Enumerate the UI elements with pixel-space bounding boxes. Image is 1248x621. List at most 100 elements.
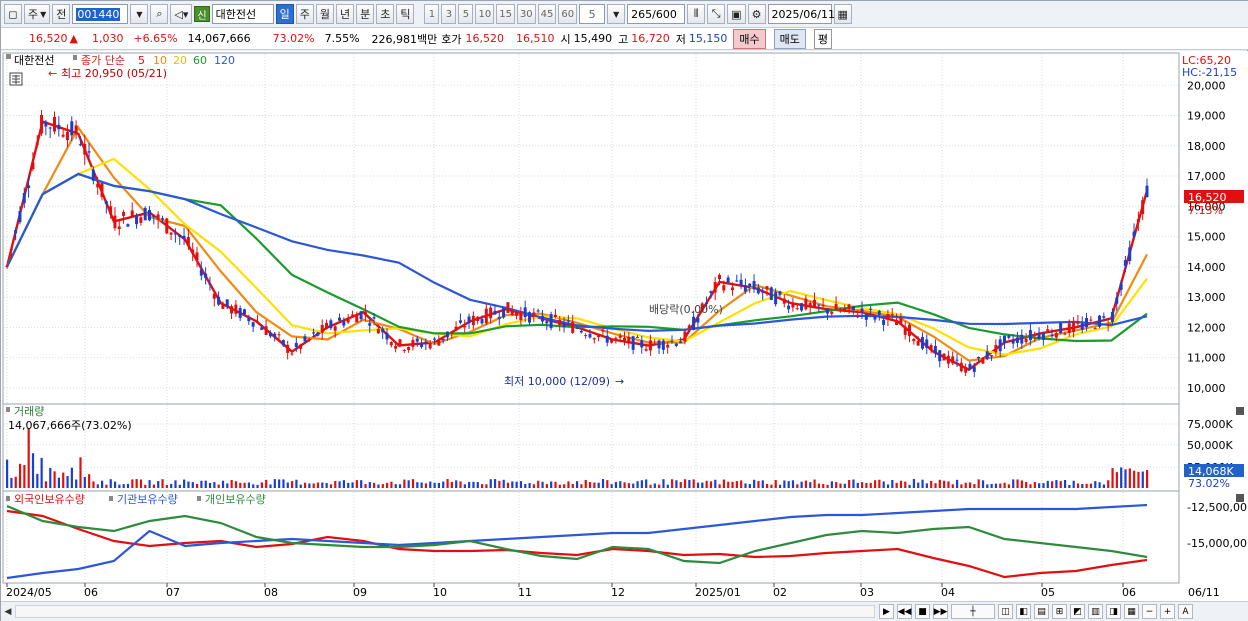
- candle-body: [825, 308, 829, 314]
- buy-button[interactable]: 매수: [733, 28, 766, 49]
- volume-bar: [1107, 480, 1110, 488]
- prev-button[interactable]: 전: [52, 4, 71, 24]
- layout-icon-7[interactable]: ◨: [1106, 604, 1121, 619]
- volume-bar: [558, 484, 561, 488]
- volume-panel-close-icon[interactable]: [1236, 407, 1244, 415]
- flat-button[interactable]: 평: [813, 28, 833, 49]
- layout-icon-3[interactable]: ▤: [1034, 604, 1049, 619]
- interval-60[interactable]: 60: [558, 4, 578, 24]
- count-input[interactable]: 265/600: [627, 4, 686, 24]
- calendar-icon[interactable]: ▦: [833, 4, 852, 24]
- x-axis-label: 02: [773, 586, 787, 599]
- gear-icon[interactable]: ⚙: [747, 4, 766, 24]
- draw-tool-icon[interactable]: ⤡: [707, 4, 726, 24]
- volume-bar: [519, 481, 523, 488]
- stock-name-field[interactable]: 대한전선: [211, 4, 274, 24]
- volume-bar: [796, 484, 799, 488]
- candle-body: [545, 321, 549, 324]
- candle-body: [376, 329, 380, 334]
- candle-body: [290, 353, 294, 355]
- stock-code-input[interactable]: 001440: [72, 4, 129, 24]
- zoom-in-icon[interactable]: +: [1160, 604, 1175, 619]
- volume-bar: [489, 479, 492, 488]
- interval-dropdown-button[interactable]: ▼: [607, 4, 626, 24]
- trade-amount: 226,981백만: [371, 32, 438, 46]
- candle-body: [558, 319, 562, 326]
- candle-body: [1007, 335, 1011, 338]
- zoom-slider-icon[interactable]: ┼: [951, 604, 995, 619]
- volume-bar: [390, 481, 393, 488]
- volume-bar: [502, 479, 505, 488]
- save-icon[interactable]: ▣: [727, 4, 746, 24]
- volume-bar: [1055, 480, 1058, 488]
- layout-icon-8[interactable]: ▦: [1124, 604, 1139, 619]
- window-icon[interactable]: ◻: [4, 4, 22, 24]
- layout-icon-4[interactable]: ⊞: [1052, 604, 1067, 619]
- interval-1[interactable]: 1: [424, 4, 440, 24]
- chart-svg[interactable]: 대한전선 종가 단순 5 10 20 60 120 ← 최고 20,950 (0…: [1, 51, 1248, 601]
- period-tab-minute[interactable]: 분: [356, 4, 375, 24]
- interval-3[interactable]: 3: [441, 4, 457, 24]
- candle-body: [411, 339, 415, 347]
- font-size-icon[interactable]: A: [1178, 604, 1193, 619]
- chart-type-select[interactable]: 주 ▼: [24, 4, 51, 24]
- layout-icon-6[interactable]: ▥: [1088, 604, 1103, 619]
- interval-10[interactable]: 10: [475, 4, 495, 24]
- interval-value-input[interactable]: 5: [579, 4, 606, 24]
- candle-body: [65, 131, 69, 141]
- candle-body: [804, 298, 808, 310]
- volume-bar: [709, 481, 713, 488]
- volume-bar: [1003, 482, 1006, 488]
- fast-forward-icon[interactable]: ▶▶: [933, 604, 948, 619]
- candle-body: [9, 249, 13, 251]
- volume-tick-label: 75,000K: [1187, 418, 1233, 431]
- candle-body: [87, 151, 91, 153]
- candle-body: [998, 339, 1002, 352]
- interval-15[interactable]: 15: [496, 4, 515, 24]
- zoom-out-icon[interactable]: −: [1142, 604, 1157, 619]
- volume-bar: [1042, 483, 1045, 488]
- volume-bar: [316, 482, 320, 488]
- candle-body: [1050, 334, 1054, 336]
- candle-body: [61, 134, 65, 137]
- layout-icon-1[interactable]: ◫: [998, 604, 1013, 619]
- speaker-icon[interactable]: ◁▾: [170, 4, 193, 24]
- interval-5[interactable]: 5: [458, 4, 474, 24]
- candle-icon[interactable]: ⫴: [687, 4, 706, 24]
- volume-bar: [869, 482, 872, 488]
- candle-body: [670, 340, 674, 342]
- period-tab-year[interactable]: 년: [335, 4, 355, 24]
- period-tab-month[interactable]: 월: [315, 4, 334, 24]
- sell-button[interactable]: 매도: [773, 28, 806, 49]
- period-tab-second[interactable]: 초: [376, 4, 395, 24]
- search-icon[interactable]: ⌕: [150, 4, 169, 24]
- candle-body: [160, 218, 164, 220]
- interval-30[interactable]: 30: [516, 4, 536, 24]
- period-tab-tick[interactable]: 틱: [396, 4, 415, 24]
- candle-body: [350, 314, 354, 316]
- chart-area[interactable]: 대한전선 종가 단순 5 10 20 60 120 ← 최고 20,950 (0…: [1, 51, 1248, 601]
- stop-icon[interactable]: ■: [915, 604, 930, 619]
- scroll-left-icon[interactable]: ◀: [2, 605, 14, 618]
- volume-tick-label: 50,000K: [1187, 439, 1233, 452]
- candle-body: [493, 310, 497, 315]
- candle-body: [648, 340, 652, 351]
- date-input[interactable]: 2025/06/11: [767, 4, 835, 24]
- scroll-track[interactable]: [15, 605, 875, 618]
- layout-icon-2[interactable]: ◧: [1016, 604, 1031, 619]
- period-tab-day[interactable]: 일: [275, 4, 294, 24]
- candle-body: [394, 345, 398, 349]
- volume-bar: [247, 482, 251, 488]
- candle-body: [523, 307, 527, 318]
- volume-bar: [891, 479, 894, 488]
- horizontal-scrollbar[interactable]: ◀ ▶ ◀◀ ■ ▶▶ ┼ ◫ ◧ ▤ ⊞ ◩ ▥ ◨ ▦ − + A: [1, 601, 1248, 621]
- candle-body: [91, 169, 95, 181]
- play-icon[interactable]: ▶: [879, 604, 894, 619]
- rewind-icon[interactable]: ◀◀: [897, 604, 912, 619]
- layout-icon-5[interactable]: ◩: [1070, 604, 1085, 619]
- interval-45[interactable]: 45: [537, 4, 557, 24]
- candle-body: [463, 326, 467, 328]
- candle-body: [363, 311, 367, 316]
- period-tab-week[interactable]: 주: [295, 4, 314, 24]
- code-dropdown-button[interactable]: ▼: [130, 4, 149, 24]
